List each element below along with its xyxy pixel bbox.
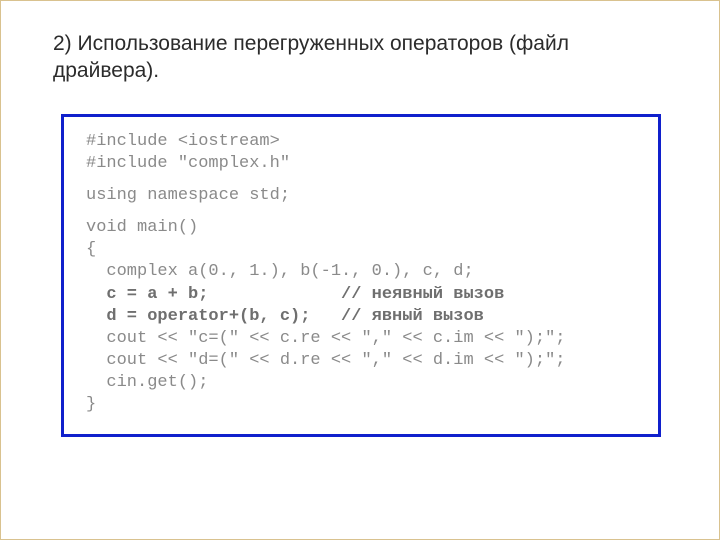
- code-listing: #include <iostream> #include "complex.h"…: [61, 114, 661, 437]
- blank-line: [86, 207, 636, 217]
- blank-line: [86, 175, 636, 185]
- code-line: cin.get();: [86, 373, 208, 392]
- code-line: #include "complex.h": [86, 154, 290, 173]
- slide: 2) Использование перегруженных операторо…: [0, 0, 720, 540]
- code-line: {: [86, 240, 96, 259]
- code-line: cout << "d=(" << d.re << "," << d.im << …: [86, 351, 565, 370]
- slide-title: 2) Использование перегруженных операторо…: [53, 31, 667, 85]
- code-line-bold: c = a + b; // неявный вызов: [86, 285, 504, 304]
- code-line-bold: d = operator+(b, c); // явный вызов: [86, 307, 484, 326]
- code-line: }: [86, 395, 96, 414]
- code-line: cout << "c=(" << c.re << "," << c.im << …: [86, 329, 565, 348]
- code-line: void main(): [86, 218, 198, 237]
- code-line: using namespace std;: [86, 186, 290, 205]
- code-line: #include <iostream>: [86, 132, 280, 151]
- code-line: complex a(0., 1.), b(-1., 0.), c, d;: [86, 262, 474, 281]
